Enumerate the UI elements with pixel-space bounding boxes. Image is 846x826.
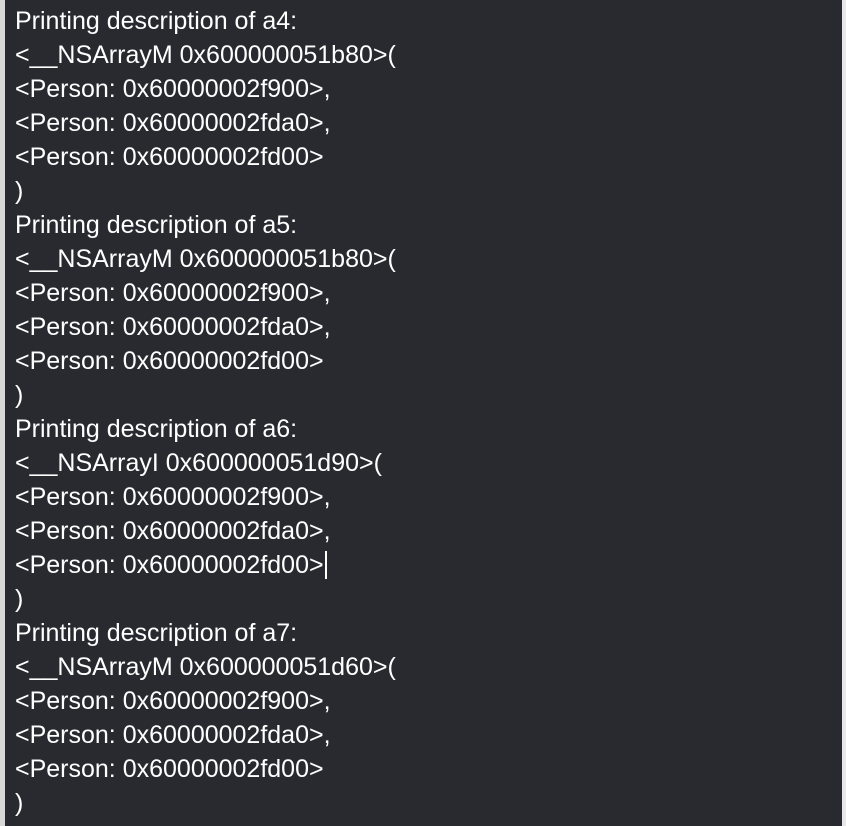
console-line: <__NSArrayM 0x600000051d60>(	[15, 650, 842, 684]
console-line-text: Printing description of a4:	[15, 7, 298, 35]
console-line: <__NSArrayI 0x600000051d90>(	[15, 446, 842, 480]
console-line: <Person: 0x60000002fda0>,	[15, 106, 842, 140]
console-line-text: <Person: 0x60000002fd00>	[15, 551, 324, 579]
console-line-text: Printing description of a5:	[15, 211, 298, 239]
console-line-text: Printing description of a6:	[15, 415, 298, 443]
console-line-text: <Person: 0x60000002fd00>	[15, 755, 324, 783]
console-line: <Person: 0x60000002f900>,	[15, 276, 842, 310]
text-cursor	[324, 551, 327, 579]
console-line-text: <Person: 0x60000002fda0>,	[15, 721, 331, 749]
console-line: )	[15, 786, 842, 820]
console-line-text: )	[15, 381, 24, 409]
console-line-text: <Person: 0x60000002fda0>,	[15, 109, 331, 137]
console-line-text: <Person: 0x60000002fd00>	[15, 143, 324, 171]
console-line: )	[15, 378, 842, 412]
console-line: <Person: 0x60000002fd00>	[15, 548, 842, 582]
console-line-text: )	[15, 585, 24, 613]
console-line: <Person: 0x60000002fd00>	[15, 344, 842, 378]
console-line-text: Printing description of a7:	[15, 619, 298, 647]
console-line: <Person: 0x60000002fda0>,	[15, 310, 842, 344]
console-line: )	[15, 174, 842, 208]
console-line: <Person: 0x60000002fda0>,	[15, 718, 842, 752]
console-line-text: )	[15, 789, 24, 817]
debug-console-pane: Printing description of a4: <__NSArrayM …	[0, 0, 846, 826]
console-line: <Person: 0x60000002fd00>	[15, 140, 842, 174]
console-line: )	[15, 582, 842, 616]
console-line: <Person: 0x60000002f900>,	[15, 684, 842, 718]
console-line: <Person: 0x60000002fd00>	[15, 752, 842, 786]
console-line-text: )	[15, 177, 24, 205]
console-line-text: <Person: 0x60000002fda0>,	[15, 517, 331, 545]
console-line: <Person: 0x60000002fda0>,	[15, 514, 842, 548]
console-line-text: <__NSArrayM 0x600000051b80>(	[15, 245, 396, 273]
console-line-text: <Person: 0x60000002fd00>	[15, 347, 324, 375]
console-line: <Person: 0x60000002f900>,	[15, 72, 842, 106]
console-line: <__NSArrayM 0x600000051b80>(	[15, 242, 842, 276]
console-line: Printing description of a5:	[15, 208, 842, 242]
console-line: Printing description of a6:	[15, 412, 842, 446]
console-line-text: <__NSArrayM 0x600000051b80>(	[15, 41, 396, 69]
console-line: <__NSArrayM 0x600000051b80>(	[15, 38, 842, 72]
console-line-text: <__NSArrayM 0x600000051d60>(	[15, 653, 396, 681]
console-line-text: <Person: 0x60000002f900>,	[15, 687, 331, 715]
console-line-text: <Person: 0x60000002f900>,	[15, 75, 331, 103]
console-line-text: <__NSArrayI 0x600000051d90>(	[15, 449, 382, 477]
console-line-text: <Person: 0x60000002f900>,	[15, 483, 331, 511]
console-line-text: <Person: 0x60000002f900>,	[15, 279, 331, 307]
console-output[interactable]: Printing description of a4: <__NSArrayM …	[15, 4, 842, 820]
console-line: Printing description of a7:	[15, 616, 842, 650]
console-line-text: <Person: 0x60000002fda0>,	[15, 313, 331, 341]
console-line: <Person: 0x60000002f900>,	[15, 480, 842, 514]
console-line: Printing description of a4:	[15, 4, 842, 38]
